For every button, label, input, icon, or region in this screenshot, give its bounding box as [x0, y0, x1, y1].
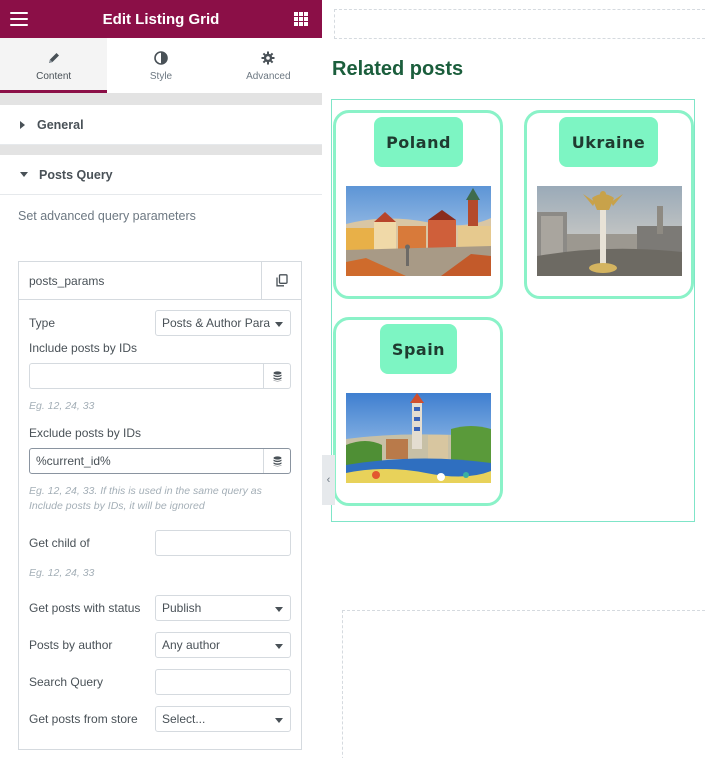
- card-label-ukraine: Ukraine: [559, 117, 658, 167]
- caret-down-icon: [20, 172, 28, 177]
- author-row: Posts by author Any author: [29, 632, 291, 658]
- child-label: Get child of: [29, 536, 90, 550]
- type-label: Type: [29, 316, 56, 330]
- child-row: Get child of: [29, 530, 291, 556]
- gear-icon: [261, 50, 275, 66]
- database-icon: [273, 370, 281, 381]
- tab-style[interactable]: Style: [107, 38, 214, 93]
- author-select[interactable]: Any author: [155, 632, 291, 658]
- repeater-header[interactable]: posts_params: [19, 261, 301, 300]
- tab-advanced[interactable]: Advanced: [215, 38, 322, 93]
- pencil-icon: [47, 50, 61, 66]
- search-label: Search Query: [29, 675, 104, 689]
- store-label: Get posts from store: [29, 712, 138, 726]
- contrast-icon: [154, 50, 168, 66]
- status-row: Get posts with status Publish: [29, 595, 291, 621]
- caret-right-icon: [20, 120, 25, 129]
- child-hint: Eg. 12, 24, 33: [29, 567, 95, 579]
- ukraine-image: [537, 186, 682, 276]
- tab-content[interactable]: Content: [0, 38, 108, 93]
- listing-card-spain[interactable]: Spain: [333, 317, 503, 506]
- card-label-spain: Spain: [380, 324, 457, 374]
- tab-content-label: Content: [36, 70, 72, 82]
- panel-header: Edit Listing Grid: [0, 0, 322, 38]
- chevron-down-icon: [275, 322, 283, 327]
- store-select-value: Select...: [162, 712, 206, 726]
- tab-advanced-label: Advanced: [246, 70, 291, 82]
- poland-image: [346, 186, 491, 276]
- related-posts-heading: Related posts: [332, 58, 464, 80]
- exclude-field: [29, 448, 291, 474]
- spain-image: [346, 393, 491, 483]
- card-label-poland: Poland: [374, 117, 463, 167]
- type-select-value: Posts & Author Parameters: [162, 316, 270, 330]
- empty-section-placeholder[interactable]: [342, 610, 705, 758]
- exclude-label: Exclude posts by IDs: [29, 426, 142, 440]
- type-row: Type Posts & Author Parameters: [29, 310, 291, 336]
- listing-grid[interactable]: Poland Ukraine Spain: [331, 99, 695, 522]
- status-select-value: Publish: [162, 601, 202, 615]
- tabs-divider: [0, 93, 322, 105]
- section-general-title: General: [37, 117, 84, 132]
- repeater-body: Type Posts & Author Parameters Include p…: [19, 300, 301, 749]
- status-select[interactable]: Publish: [155, 595, 291, 621]
- exclude-hint: Eg. 12, 24, 33. If this is used in the s…: [29, 485, 262, 512]
- section-posts-query-title: Posts Query: [39, 167, 113, 182]
- hamburger-menu-icon[interactable]: [10, 12, 28, 26]
- search-field: [155, 669, 291, 695]
- store-row: Get posts from store Select...: [29, 706, 291, 732]
- preview-canvas: Related posts Poland Ukraine Spain: [322, 0, 705, 758]
- tab-style-label: Style: [149, 70, 173, 82]
- child-field: [155, 530, 291, 556]
- search-input[interactable]: [156, 670, 290, 694]
- chevron-down-icon: [275, 718, 283, 723]
- editor-panel: Edit Listing Grid Content Style Advanced: [0, 0, 322, 758]
- repeater-title: posts_params: [29, 273, 105, 288]
- chevron-left-icon: ‹: [326, 474, 331, 486]
- listing-card-ukraine[interactable]: Ukraine: [524, 110, 694, 299]
- widgets-grid-icon[interactable]: [294, 12, 308, 26]
- panel-tabs: Content Style Advanced: [0, 38, 322, 93]
- author-label: Posts by author: [29, 638, 113, 652]
- duplicate-button[interactable]: [261, 261, 301, 300]
- chevron-down-icon: [275, 644, 283, 649]
- listing-card-poland[interactable]: Poland: [333, 110, 503, 299]
- section-posts-query-toggle[interactable]: Posts Query: [0, 155, 322, 195]
- include-hint: Eg. 12, 24, 33: [29, 400, 95, 412]
- child-input[interactable]: [156, 531, 290, 555]
- include-label: Include posts by IDs: [29, 341, 138, 355]
- type-select[interactable]: Posts & Author Parameters: [155, 310, 291, 336]
- posts-query-description: Set advanced query parameters: [18, 209, 196, 223]
- chevron-down-icon: [275, 607, 283, 612]
- section-divider: [0, 145, 322, 155]
- search-row: Search Query: [29, 669, 291, 695]
- author-select-value: Any author: [162, 638, 221, 652]
- include-input[interactable]: [30, 364, 263, 388]
- panel-collapse-toggle[interactable]: ‹: [322, 455, 335, 505]
- copy-icon: [275, 274, 288, 287]
- panel-title: Edit Listing Grid: [102, 10, 220, 28]
- exclude-input[interactable]: [30, 449, 263, 473]
- dynamic-tags-button[interactable]: [263, 364, 290, 388]
- empty-section-placeholder[interactable]: [334, 9, 705, 39]
- dynamic-tags-button[interactable]: [263, 449, 290, 473]
- database-icon: [273, 455, 281, 466]
- status-label: Get posts with status: [29, 601, 141, 615]
- include-field: [29, 363, 291, 389]
- posts-query-body: Set advanced query parameters posts_para…: [0, 195, 322, 758]
- section-general-toggle[interactable]: General: [0, 105, 322, 145]
- store-select[interactable]: Select...: [155, 706, 291, 732]
- posts-params-repeater: posts_params Type Posts & Author Paramet…: [18, 261, 302, 750]
